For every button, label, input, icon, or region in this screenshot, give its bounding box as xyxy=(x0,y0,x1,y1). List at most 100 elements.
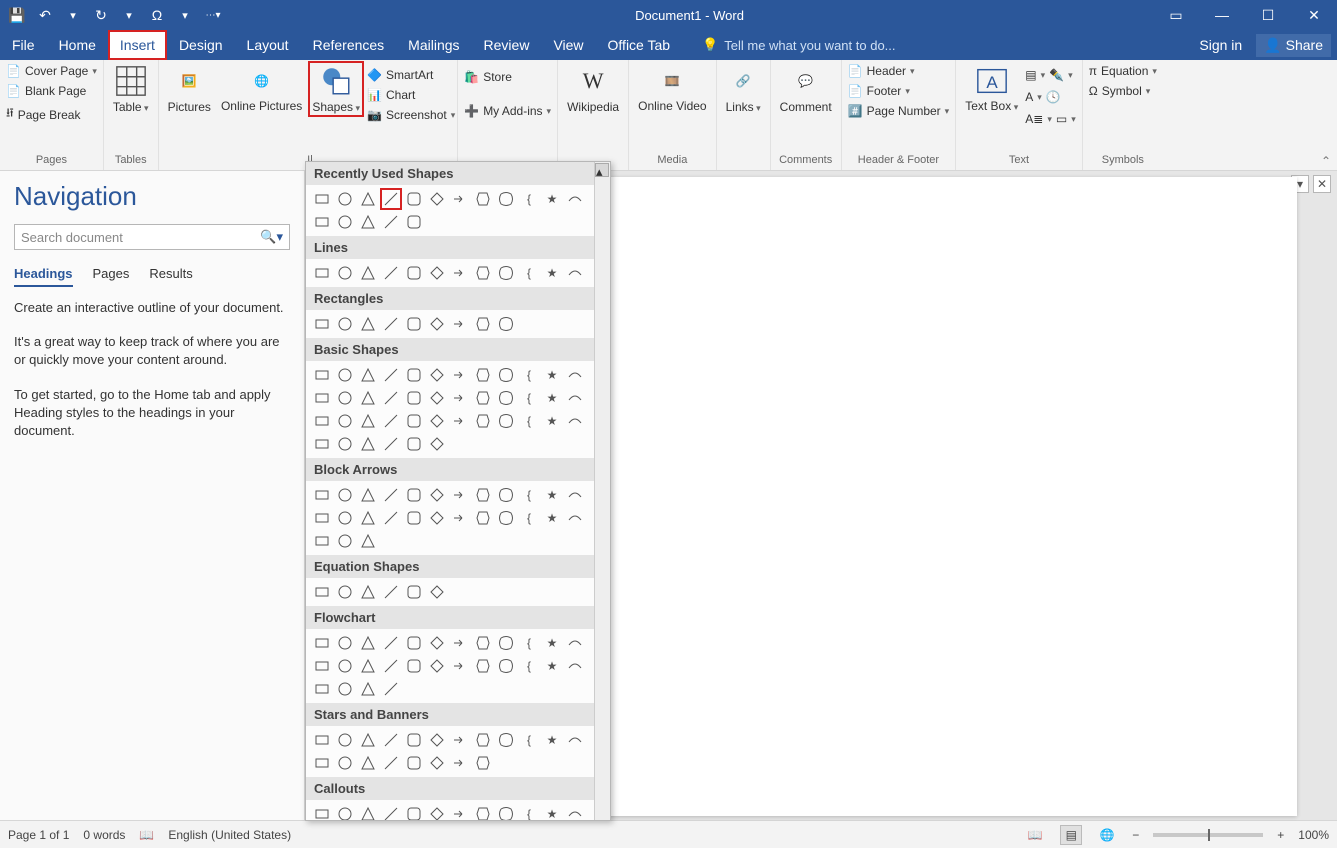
shapes-button[interactable]: Shapes xyxy=(309,62,363,116)
symbol-button[interactable]: Ω Symbol xyxy=(1089,82,1151,100)
shape-item[interactable] xyxy=(312,263,332,283)
shape-item[interactable] xyxy=(358,263,378,283)
status-page[interactable]: Page 1 of 1 xyxy=(8,828,69,842)
shape-item[interactable] xyxy=(335,582,355,602)
shape-item[interactable] xyxy=(565,730,585,750)
shape-item[interactable] xyxy=(450,263,470,283)
tab-officetab[interactable]: Office Tab xyxy=(596,30,683,60)
shape-item[interactable] xyxy=(450,485,470,505)
share-button[interactable]: 👤 Share xyxy=(1256,34,1331,57)
shape-item[interactable] xyxy=(312,365,332,385)
signature-line-button[interactable]: ✒️ xyxy=(1049,66,1072,84)
shape-item[interactable] xyxy=(473,189,493,209)
shape-item[interactable] xyxy=(404,656,424,676)
shape-item[interactable] xyxy=(335,753,355,773)
zoom-level[interactable]: 100% xyxy=(1298,828,1329,842)
shape-item[interactable] xyxy=(312,531,332,551)
shape-item[interactable] xyxy=(335,656,355,676)
shape-item[interactable] xyxy=(496,314,516,334)
shape-item[interactable]: { xyxy=(519,804,539,821)
shape-item[interactable] xyxy=(450,388,470,408)
shape-item[interactable] xyxy=(381,508,401,528)
shape-item[interactable]: { xyxy=(519,656,539,676)
shape-item[interactable] xyxy=(496,388,516,408)
tell-me-search[interactable]: 💡 Tell me what you want to do... xyxy=(682,30,1199,60)
shape-item[interactable] xyxy=(335,485,355,505)
shape-item[interactable] xyxy=(427,582,447,602)
shape-item[interactable] xyxy=(496,730,516,750)
blank-page-button[interactable]: 📄 Blank Page xyxy=(6,82,86,100)
shape-item[interactable] xyxy=(381,314,401,334)
shape-item[interactable] xyxy=(473,388,493,408)
shape-item[interactable] xyxy=(358,730,378,750)
shape-item[interactable] xyxy=(312,656,332,676)
shape-item[interactable] xyxy=(404,388,424,408)
redo-icon[interactable]: ↻ xyxy=(88,1,114,29)
table-button[interactable]: Table xyxy=(110,62,152,116)
shape-item[interactable]: ★ xyxy=(542,656,562,676)
ribbon-display-icon[interactable]: ▭ xyxy=(1153,0,1199,30)
shape-item[interactable] xyxy=(450,189,470,209)
tab-layout[interactable]: Layout xyxy=(235,30,301,60)
wikipedia-button[interactable]: W Wikipedia xyxy=(564,62,622,116)
shape-item[interactable] xyxy=(496,804,516,821)
shape-item[interactable] xyxy=(358,365,378,385)
shape-item[interactable] xyxy=(450,633,470,653)
shape-item[interactable] xyxy=(427,189,447,209)
shape-item[interactable] xyxy=(335,388,355,408)
shape-item[interactable] xyxy=(427,485,447,505)
tab-mailings[interactable]: Mailings xyxy=(396,30,471,60)
shape-item[interactable] xyxy=(312,434,332,454)
shape-item[interactable] xyxy=(312,189,332,209)
shape-item[interactable] xyxy=(565,189,585,209)
shape-item[interactable] xyxy=(358,388,378,408)
tab-review[interactable]: Review xyxy=(472,30,542,60)
shape-item[interactable] xyxy=(381,365,401,385)
shape-item[interactable] xyxy=(427,314,447,334)
zoom-out-icon[interactable]: − xyxy=(1132,828,1139,842)
shape-item[interactable] xyxy=(312,679,332,699)
shape-item[interactable] xyxy=(335,804,355,821)
shape-item[interactable] xyxy=(496,656,516,676)
shape-item[interactable]: ★ xyxy=(542,411,562,431)
shape-item[interactable] xyxy=(381,411,401,431)
shape-item[interactable]: ★ xyxy=(542,730,562,750)
shape-item[interactable] xyxy=(473,508,493,528)
quick-parts-button[interactable]: ▤ xyxy=(1025,66,1045,84)
shape-item[interactable]: ★ xyxy=(542,388,562,408)
shape-item[interactable] xyxy=(450,753,470,773)
shape-item[interactable] xyxy=(565,804,585,821)
zoom-slider[interactable] xyxy=(1153,833,1263,837)
shape-item[interactable] xyxy=(496,485,516,505)
shape-item[interactable] xyxy=(312,485,332,505)
ribbon-collapse-icon[interactable]: ⌃ xyxy=(1321,154,1331,168)
shape-item[interactable] xyxy=(381,485,401,505)
shape-item[interactable] xyxy=(565,365,585,385)
shape-item[interactable]: ★ xyxy=(542,804,562,821)
shape-item[interactable] xyxy=(381,730,401,750)
shape-item[interactable] xyxy=(565,656,585,676)
shape-item[interactable] xyxy=(381,753,401,773)
shape-item[interactable]: { xyxy=(519,365,539,385)
shape-item[interactable] xyxy=(473,411,493,431)
shape-item[interactable] xyxy=(335,365,355,385)
shape-item[interactable]: ★ xyxy=(542,485,562,505)
shape-item[interactable] xyxy=(427,753,447,773)
shape-item[interactable] xyxy=(450,730,470,750)
shape-item[interactable] xyxy=(473,314,493,334)
close-icon[interactable]: ✕ xyxy=(1291,0,1337,30)
shape-item[interactable] xyxy=(473,263,493,283)
shape-item[interactable] xyxy=(427,263,447,283)
shape-item[interactable] xyxy=(381,804,401,821)
chart-button[interactable]: 📊 Chart xyxy=(367,86,415,104)
shape-item[interactable] xyxy=(358,656,378,676)
shape-item[interactable] xyxy=(427,804,447,821)
shape-item[interactable] xyxy=(358,314,378,334)
shape-item[interactable] xyxy=(404,365,424,385)
shape-item[interactable] xyxy=(312,804,332,821)
shape-item[interactable] xyxy=(358,582,378,602)
shape-item[interactable] xyxy=(404,411,424,431)
shape-item[interactable] xyxy=(473,633,493,653)
shape-item[interactable] xyxy=(450,508,470,528)
shape-item[interactable] xyxy=(427,508,447,528)
